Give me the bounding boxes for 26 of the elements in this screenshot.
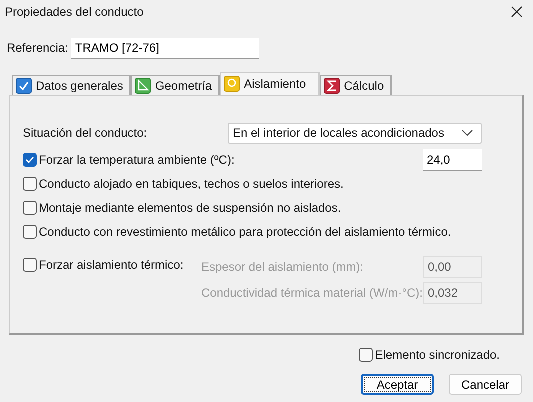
- field-label: Conductividad térmica material (W/m·°C):: [201, 286, 423, 300]
- temperature-checkbox[interactable]: Forzar la temperatura ambiente (ºC):: [23, 153, 235, 167]
- tab[interactable]: Geometría: [131, 75, 220, 95]
- close-icon[interactable]: [511, 6, 523, 18]
- insulation-checkbox[interactable]: Forzar aislamiento térmico:: [23, 256, 202, 274]
- option-checkbox[interactable]: Conducto alojado en tabiques, techos o suelos interiores.: [23, 172, 482, 196]
- situation-dropdown[interactable]: En el interior de locales acondicionados: [228, 122, 482, 144]
- tab[interactable]: Datos generales: [12, 75, 132, 95]
- tab[interactable]: Cálculo: [320, 75, 392, 95]
- reference-field[interactable]: TRAMO [72-76]: [71, 38, 260, 58]
- option-checkbox[interactable]: Montaje mediante elementos de suspensión no aislados.: [23, 196, 482, 220]
- option-checkbox[interactable]: Conducto con revestimiento metálico para protección del aislamiento térmico.: [23, 220, 482, 244]
- dialog-button[interactable]: Cancelar: [449, 374, 522, 395]
- reference-label: Referencia:: [7, 41, 68, 55]
- ring-icon: [224, 76, 240, 92]
- chevron-down-icon: [462, 130, 473, 136]
- tab[interactable]: Aislamiento: [220, 72, 320, 95]
- window-title: Propiedades del conducto: [5, 5, 144, 19]
- checkmark-icon: [16, 78, 32, 94]
- temperature-field[interactable]: 24,0: [423, 149, 482, 171]
- situation-label: Situación del conducto:: [23, 126, 148, 140]
- field-label: Espesor del aislamiento (mm):: [201, 260, 364, 274]
- synchronized-checkbox[interactable]: Elemento sincronizado.: [359, 346, 500, 364]
- set-square-icon: [135, 78, 152, 94]
- dialog-button[interactable]: Aceptar: [361, 374, 434, 395]
- sigma-icon: [324, 78, 340, 94]
